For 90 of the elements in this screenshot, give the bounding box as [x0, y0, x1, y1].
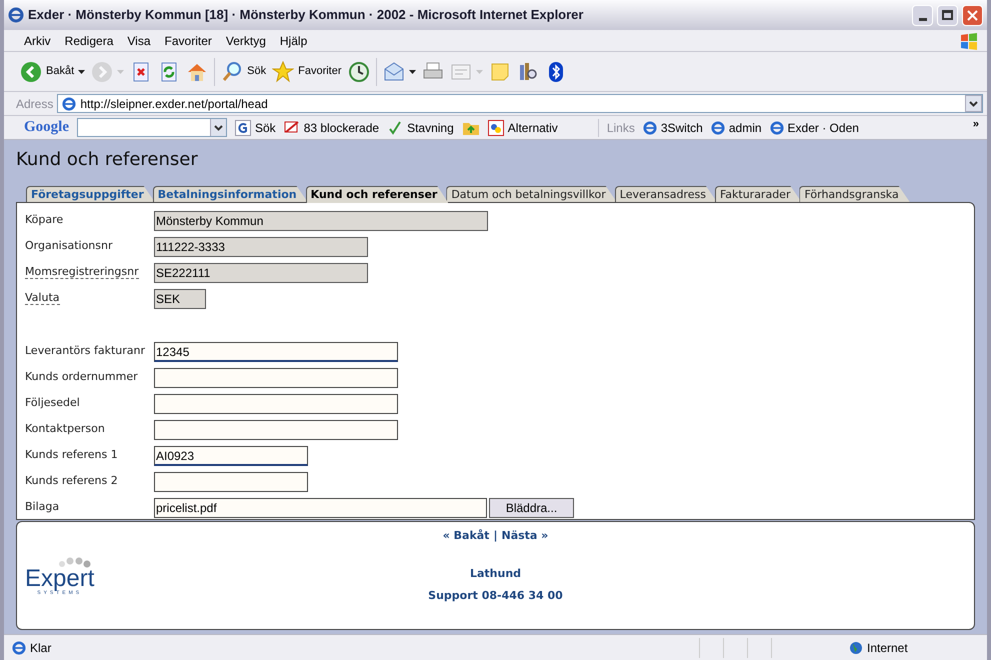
text-field[interactable]: Mönsterby Kommun: [154, 211, 488, 231]
minimize-button[interactable]: [912, 4, 933, 26]
search-icon: [221, 60, 244, 82]
text-field[interactable]: SEK: [154, 289, 206, 309]
tab[interactable]: Företagsuppgifter: [26, 186, 155, 202]
toolbar-button[interactable]: Sök: [221, 60, 266, 82]
page-icon: [12, 640, 26, 654]
tab[interactable]: Fakturarader: [714, 186, 802, 202]
tab[interactable]: Leveransadress: [614, 186, 717, 202]
caret-icon: [78, 70, 86, 74]
dropdown-button[interactable]: [965, 95, 982, 112]
text-field[interactable]: AI0923: [154, 446, 308, 466]
field-label: Kunds ordernummer: [25, 370, 138, 383]
star-icon: [272, 60, 294, 82]
text-field[interactable]: [154, 472, 308, 492]
menu-item[interactable]: Hjälp: [280, 32, 308, 50]
status-text: Klar: [30, 640, 52, 656]
links-label: Links: [606, 120, 635, 136]
popup-blocker-button[interactable]: 83 blockerade: [284, 118, 380, 136]
toolbar-button[interactable]: Favoriter: [272, 60, 342, 82]
google-logo: Google: [24, 118, 69, 138]
windows-logo-icon: [959, 32, 979, 50]
spelling-button[interactable]: Stavning: [387, 118, 454, 136]
search-icon: [235, 120, 251, 136]
note-icon: [488, 60, 511, 82]
text-field[interactable]: [154, 368, 398, 388]
globe-icon: [849, 640, 863, 654]
link-button[interactable]: 3Switch: [642, 118, 703, 136]
field-label: Momsregistreringsnr: [25, 265, 139, 279]
page-icon: [710, 120, 725, 134]
menu-item[interactable]: Visa: [127, 32, 151, 50]
field-label: Bilaga: [25, 500, 60, 513]
page-icon: [770, 120, 784, 134]
tab[interactable]: Betalningsinformation: [152, 186, 308, 202]
text-field[interactable]: 111222-3333: [154, 237, 368, 257]
help-link[interactable]: Lathund: [470, 566, 522, 582]
address-field[interactable]: http://sleipner.exder.net/portal/head: [57, 94, 983, 113]
field-label: Kunds referens 1: [25, 448, 118, 461]
more-links-button[interactable]: »: [972, 116, 979, 132]
back-link[interactable]: « Bakåt: [442, 528, 490, 544]
next-link[interactable]: Nästa »: [501, 528, 548, 544]
toolbar-button[interactable]: Bakåt: [20, 60, 86, 82]
page-icon: [62, 96, 76, 110]
text-field[interactable]: [154, 420, 398, 440]
menu-item[interactable]: Favoriter: [164, 32, 212, 50]
blocked-icon: [284, 120, 300, 136]
spell-check-icon: [387, 120, 404, 136]
field-label: Leverantörs fakturanr: [25, 344, 146, 357]
history-icon: [348, 60, 370, 82]
tab[interactable]: Datum och betalningsvillkor: [446, 186, 617, 202]
mail-icon: [382, 60, 405, 82]
close-icon: [967, 10, 978, 20]
toolbar-button[interactable]: [348, 60, 370, 82]
page-title: Kund och referenser: [16, 148, 199, 172]
address-label: Adress: [16, 96, 54, 112]
link-button[interactable]: Exder · Oden: [770, 118, 859, 136]
tab[interactable]: Förhandsgranska: [799, 186, 910, 202]
field-label: Kunds referens 2: [25, 474, 118, 487]
separator: |: [493, 528, 498, 544]
page-icon: [642, 120, 657, 134]
options-icon: [488, 120, 504, 136]
security-zone: Internet: [867, 640, 909, 656]
text-field[interactable]: 12345: [154, 342, 398, 362]
link-button[interactable]: admin: [710, 118, 762, 136]
chevron-down-icon: [214, 124, 223, 130]
menu-item[interactable]: Redigera: [64, 32, 114, 50]
text-field[interactable]: pricelist.pdf: [154, 498, 487, 518]
tab[interactable]: Kund och referenser: [306, 186, 448, 203]
text-field[interactable]: [154, 394, 398, 414]
browser-icon: [8, 7, 24, 23]
chevron-down-icon: [969, 100, 978, 106]
field-label: Följesedel: [25, 396, 80, 409]
field-label: Köpare: [25, 213, 64, 226]
menu-item[interactable]: Arkiv: [24, 32, 51, 50]
field-label: Kontaktperson: [25, 422, 105, 435]
field-label: Valuta: [25, 291, 60, 305]
caret-icon: [476, 70, 483, 74]
caret-icon: [408, 70, 416, 74]
menu-item[interactable]: Verktyg: [226, 32, 266, 50]
text-field[interactable]: SE222111: [154, 263, 368, 283]
search-button[interactable]: Sök: [235, 118, 276, 136]
window-title: Exder · Mönsterby Kommun [18] · Mönsterby Kommun · 2002 - Microsoft Internet Explorer: [28, 6, 584, 24]
caret-icon: [117, 70, 124, 74]
browse-button[interactable]: Bläddra...: [489, 498, 574, 518]
close-button[interactable]: [962, 4, 983, 26]
support-text: Support 08-446 34 00: [428, 588, 563, 604]
options-button[interactable]: Alternativ: [488, 118, 558, 136]
search-field[interactable]: [77, 118, 227, 137]
maximize-button[interactable]: [937, 4, 958, 26]
field-label: Organisationsnr: [25, 239, 113, 252]
